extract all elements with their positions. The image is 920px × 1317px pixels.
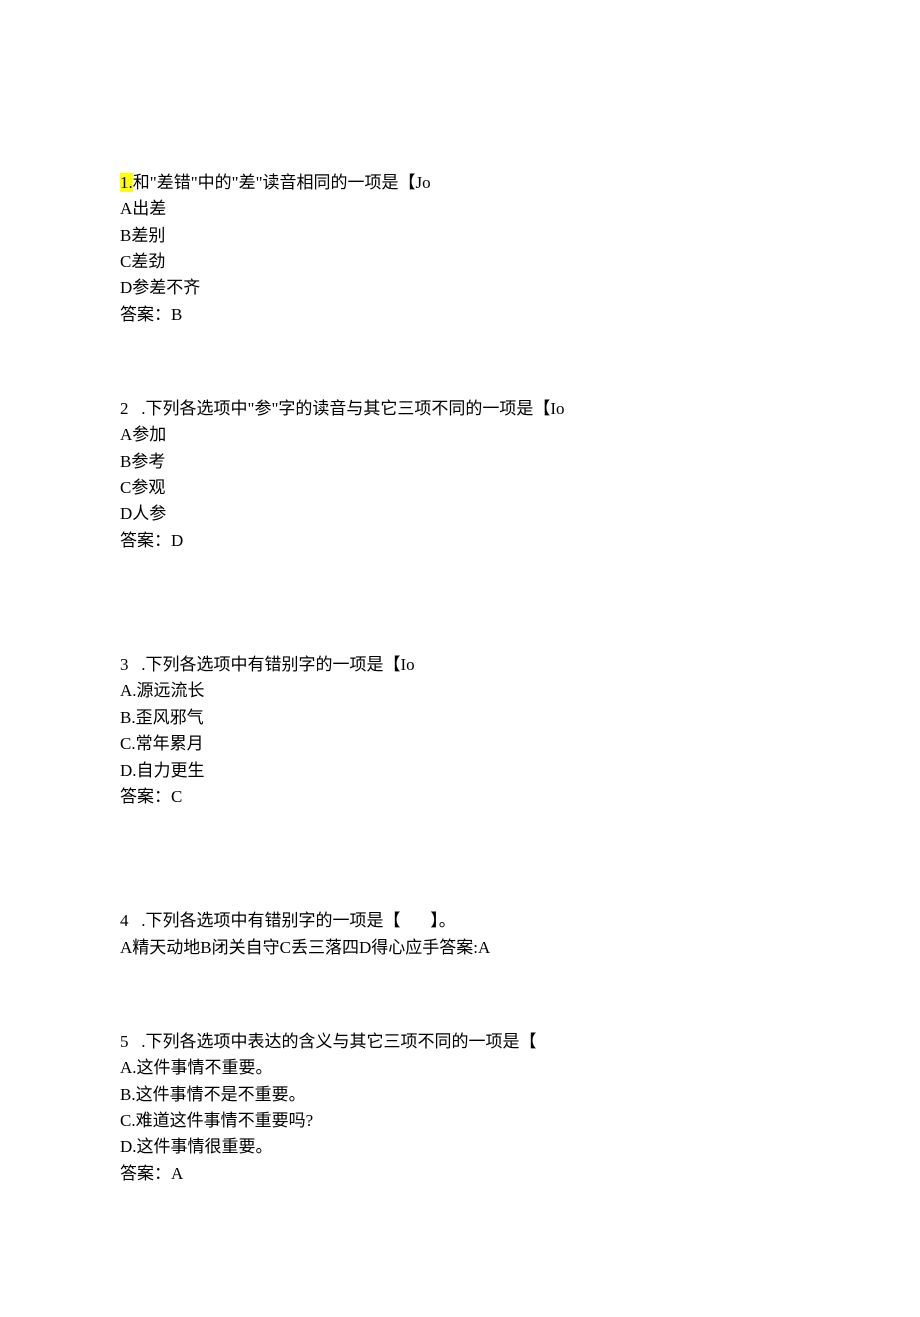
q2-option-a: A参加 [120, 422, 800, 448]
q2-option-d: D人参 [120, 501, 800, 527]
q1-stem: 1.和"差错"中的"差"读音相同的一项是【Jo [120, 170, 800, 196]
q1-option-c: C差劲 [120, 249, 800, 275]
q5-answer: 答案：A [120, 1161, 800, 1187]
q2-answer: 答案：D [120, 528, 800, 554]
question-3: 3 .下列各选项中有错别字的一项是【Io A.源远流长 B.歪风邪气 C.常年累… [120, 652, 800, 810]
q1-number-highlight: 1. [120, 173, 133, 192]
q5-stem: 5 .下列各选项中表达的含义与其它三项不同的一项是【 [120, 1029, 800, 1055]
q3-answer: 答案：C [120, 784, 800, 810]
question-1: 1.和"差错"中的"差"读音相同的一项是【Jo A出差 B差别 C差劲 D参差不… [120, 170, 800, 328]
q4-options-answer: A精天动地B闭关自守C丢三落四D得心应手答案:A [120, 935, 800, 961]
q1-stem-text: 和"差错"中的"差"读音相同的一项是【Jo [133, 173, 431, 192]
q2-option-c: C参观 [120, 475, 800, 501]
q3-option-b: B.歪风邪气 [120, 705, 800, 731]
q2-option-b: B参考 [120, 449, 800, 475]
q1-option-d: D参差不齐 [120, 275, 800, 301]
question-4: 4 .下列各选项中有错别字的一项是【 】。 A精天动地B闭关自守C丢三落四D得心… [120, 908, 800, 961]
q1-answer: 答案：B [120, 302, 800, 328]
document-page: 1.和"差错"中的"差"读音相同的一项是【Jo A出差 B差别 C差劲 D参差不… [0, 0, 920, 1317]
q2-stem: 2 .下列各选项中"参"字的读音与其它三项不同的一项是【Io [120, 396, 800, 422]
q5-option-b: B.这件事情不是不重要。 [120, 1082, 800, 1108]
question-5: 5 .下列各选项中表达的含义与其它三项不同的一项是【 A.这件事情不重要。 B.… [120, 1029, 800, 1187]
q3-option-c: C.常年累月 [120, 731, 800, 757]
q3-option-a: A.源远流长 [120, 678, 800, 704]
q3-stem: 3 .下列各选项中有错别字的一项是【Io [120, 652, 800, 678]
q5-option-c: C.难道这件事情不重要吗? [120, 1108, 800, 1134]
q5-option-d: D.这件事情很重要。 [120, 1134, 800, 1160]
q5-option-a: A.这件事情不重要。 [120, 1055, 800, 1081]
q4-stem: 4 .下列各选项中有错别字的一项是【 】。 [120, 908, 800, 934]
q3-option-d: D.自力更生 [120, 758, 800, 784]
q1-option-a: A出差 [120, 196, 800, 222]
question-2: 2 .下列各选项中"参"字的读音与其它三项不同的一项是【Io A参加 B参考 C… [120, 396, 800, 554]
q1-option-b: B差别 [120, 223, 800, 249]
